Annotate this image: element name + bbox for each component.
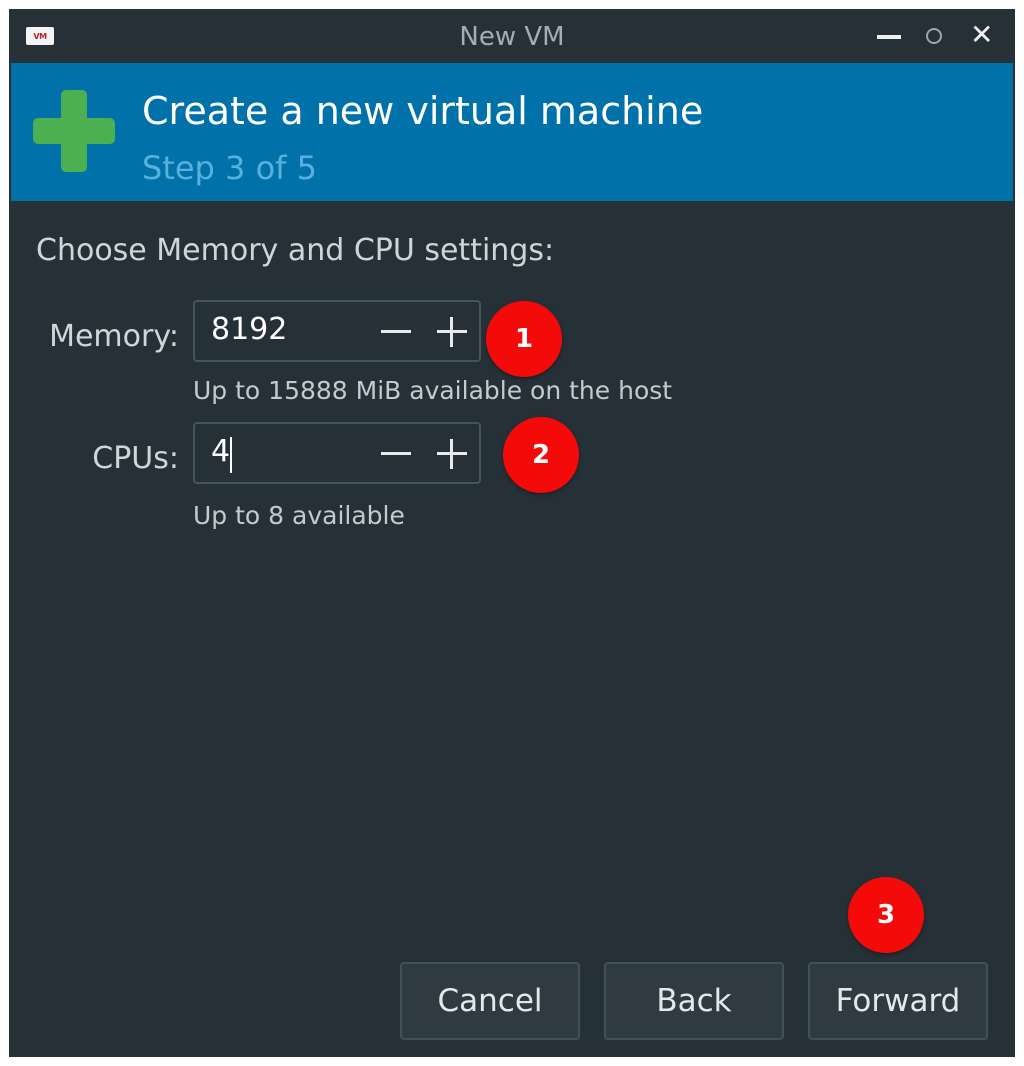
annotation-badge-1: 1 xyxy=(486,301,562,377)
title-bar[interactable]: VM New VM ✕ xyxy=(9,9,1015,63)
new-vm-window: VM New VM ✕ Create a new virtual machine… xyxy=(9,9,1015,1057)
memory-label: Memory: xyxy=(49,319,179,354)
annotation-badge-2: 2 xyxy=(503,417,579,493)
memory-increment-button[interactable] xyxy=(437,317,467,347)
cpus-label: CPUs: xyxy=(92,441,179,476)
wizard-title: Create a new virtual machine xyxy=(142,89,704,133)
cpus-hint: Up to 8 available xyxy=(193,501,405,530)
memory-hint: Up to 15888 MiB available on the host xyxy=(193,376,673,405)
memory-spinbox[interactable]: 8192 xyxy=(193,300,481,362)
forward-button[interactable]: Forward xyxy=(808,962,988,1040)
cancel-button[interactable]: Cancel xyxy=(400,962,580,1040)
annotation-badge-3: 3 xyxy=(848,877,924,953)
maximize-button[interactable] xyxy=(926,28,942,44)
text-cursor xyxy=(230,437,232,473)
memory-decrement-button[interactable] xyxy=(381,330,411,333)
close-button[interactable]: ✕ xyxy=(970,21,993,49)
cpus-increment-button[interactable] xyxy=(437,439,467,469)
minimize-button[interactable] xyxy=(877,35,901,39)
wizard-header: Create a new virtual machine Step 3 of 5 xyxy=(11,63,1013,201)
cpus-spinbox[interactable]: 4 xyxy=(193,422,481,484)
wizard-step: Step 3 of 5 xyxy=(142,149,317,187)
back-button[interactable]: Back xyxy=(604,962,784,1040)
plus-icon xyxy=(33,90,115,172)
cpus-value[interactable]: 4 xyxy=(211,434,230,469)
cpus-decrement-button[interactable] xyxy=(381,452,411,455)
settings-heading: Choose Memory and CPU settings: xyxy=(36,233,555,268)
memory-value[interactable]: 8192 xyxy=(211,312,287,347)
window-title: New VM xyxy=(459,22,565,52)
